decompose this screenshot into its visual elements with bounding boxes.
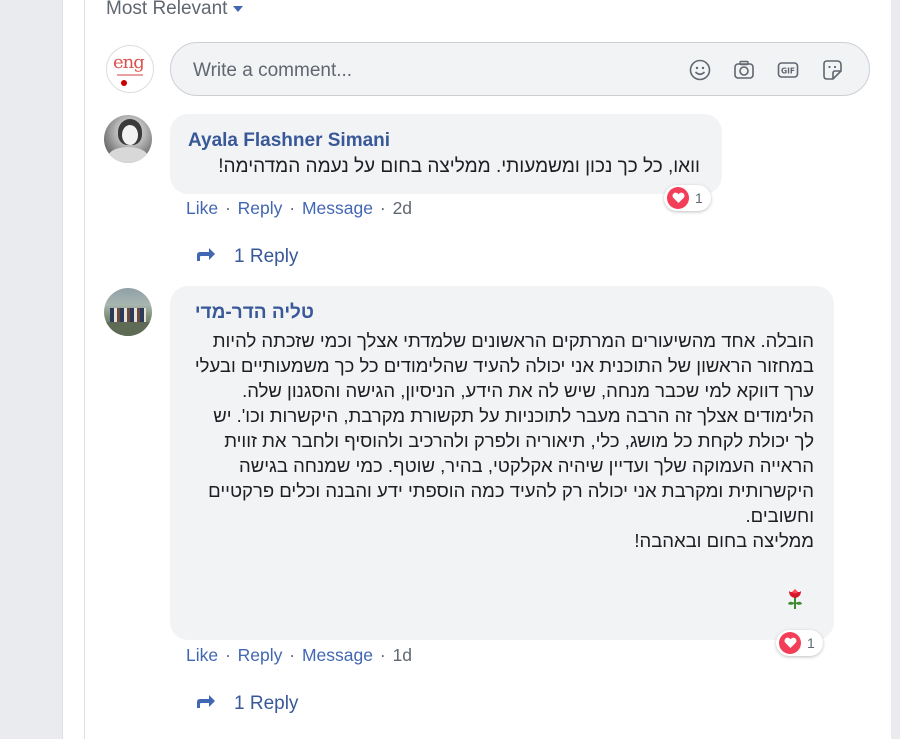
commenter-avatar[interactable] — [104, 115, 152, 163]
separator: · — [284, 645, 300, 665]
reply-link[interactable]: Reply — [238, 198, 283, 218]
love-reaction-icon — [779, 632, 801, 654]
avatar-people — [110, 308, 146, 322]
avatar-logo-dot — [121, 80, 127, 86]
separator: · — [220, 198, 236, 218]
view-replies-link[interactable]: 1 Reply — [196, 246, 298, 268]
separator: · — [284, 198, 300, 218]
avatar-logo-underline — [117, 74, 143, 76]
like-link[interactable]: Like — [186, 645, 218, 665]
comment-author[interactable]: Ayala Flashner Simani — [188, 130, 390, 152]
reply-arrow-icon — [196, 693, 216, 715]
emoji-icon[interactable] — [687, 57, 713, 83]
separator: · — [375, 645, 391, 665]
comment-bubble: טליה הדר-מדי הובלה. אחד מהשיעורים המרתקי… — [170, 286, 834, 640]
view-replies-link[interactable]: 1 Reply — [196, 693, 298, 715]
separator: · — [375, 198, 391, 218]
comment-paragraph: ממליצה בחום ובאהבה! — [634, 530, 814, 551]
message-link[interactable]: Message — [302, 198, 373, 218]
comment-timestamp[interactable]: 2d — [393, 198, 412, 218]
comment-text: הובלה. אחד מהשיעורים המרתקים הראשונים של… — [192, 328, 814, 553]
reaction-count: 1 — [807, 635, 815, 651]
sticker-icon[interactable] — [819, 57, 845, 83]
reaction-badge[interactable]: 1 — [776, 630, 823, 656]
reply-link[interactable]: Reply — [238, 645, 283, 665]
comment-actions: Like · Reply · Message · 2d — [186, 198, 412, 219]
avatar-face — [122, 125, 138, 145]
message-link[interactable]: Message — [302, 645, 373, 665]
sort-dropdown[interactable]: Most Relevant — [106, 0, 244, 20]
sort-label: Most Relevant — [106, 0, 228, 19]
comment-paragraph: הובלה. אחד מהשיעורים המרתקים הראשונים של… — [194, 330, 814, 401]
commenter-avatar[interactable] — [104, 288, 152, 336]
comment-timestamp[interactable]: 1d — [393, 645, 412, 665]
composer-icons: GIF — [687, 57, 845, 83]
comment-text: וואו, כל כך נכון ומשמעותי. ממליצה בחום ע… — [218, 156, 700, 177]
rose-emoji-icon — [784, 586, 806, 610]
current-user-avatar[interactable]: eng — [106, 45, 154, 93]
gif-icon[interactable]: GIF — [775, 57, 801, 83]
replies-count-label: 1 Reply — [234, 246, 299, 267]
like-link[interactable]: Like — [186, 198, 218, 218]
avatar-shoulders — [108, 147, 148, 163]
comment-input[interactable] — [191, 57, 635, 85]
comment-paragraph: הלימודים אצלך זה הרבה מעבר לתוכניות על ת… — [208, 405, 814, 526]
replies-count-label: 1 Reply — [234, 693, 299, 714]
comment-bubble: Ayala Flashner Simani וואו, כל כך נכון ו… — [170, 114, 722, 194]
comment-actions: Like · Reply · Message · 1d — [186, 645, 412, 666]
reply-arrow-icon — [196, 246, 216, 268]
camera-icon[interactable] — [731, 57, 757, 83]
left-gutter — [0, 0, 63, 739]
avatar-ground — [104, 322, 152, 336]
reaction-badge[interactable]: 1 — [664, 185, 711, 211]
svg-text:GIF: GIF — [781, 67, 795, 76]
comment-author[interactable]: טליה הדר-מדי — [195, 302, 314, 324]
avatar-logo-text: eng — [113, 52, 145, 73]
separator: · — [220, 645, 236, 665]
reaction-count: 1 — [695, 190, 703, 206]
right-gutter — [891, 0, 900, 739]
comment-composer[interactable]: GIF — [170, 42, 870, 96]
love-reaction-icon — [667, 187, 689, 209]
caret-down-icon — [233, 5, 244, 12]
